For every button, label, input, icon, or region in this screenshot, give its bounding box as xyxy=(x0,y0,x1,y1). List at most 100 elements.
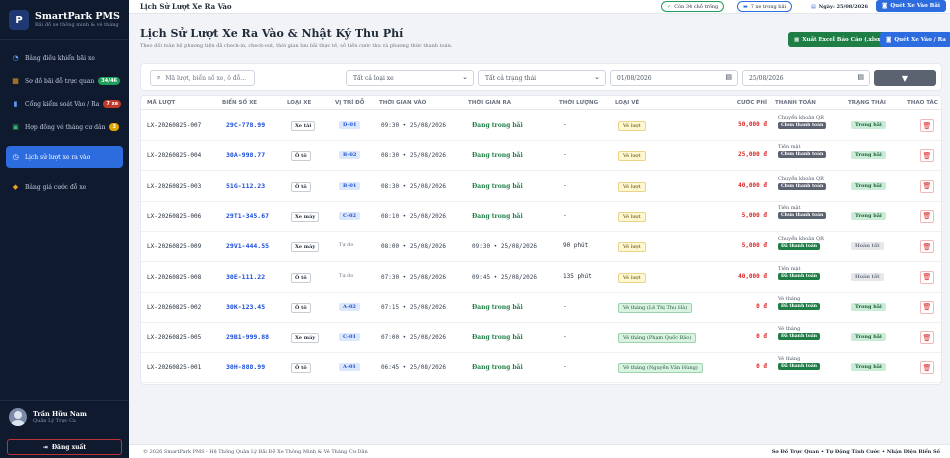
in-lot-label: 7 xe trong bãi xyxy=(750,3,787,10)
session-id: LX-20260825-003 xyxy=(147,182,202,190)
sidebar-item-0[interactable]: ◔ Bảng điều khiển bãi xe xyxy=(6,47,123,69)
chevron-down-icon: ⌄ xyxy=(594,73,600,81)
status-badge: Trong bãi xyxy=(851,333,886,342)
vehicle-type-badge: Ô tô xyxy=(291,363,311,374)
plate-number: 30K-123.45 xyxy=(226,302,266,311)
delete-button[interactable]: 🗑 xyxy=(920,119,934,132)
trash-icon: 🗑 xyxy=(922,151,932,160)
fee-amount: 25,000 đ xyxy=(738,151,767,159)
parking-spot: B-01 xyxy=(339,181,361,190)
duration: - xyxy=(563,151,567,159)
ticket-type-badge: Vé lượt xyxy=(618,272,646,283)
delete-button[interactable]: 🗑 xyxy=(920,300,934,314)
sidebar-nav: ◔ Bảng điều khiển bãi xe ▦ Sơ đồ bãi đỗ trự… xyxy=(0,40,129,198)
duration: - xyxy=(563,181,567,189)
plate-number: 51G-112.23 xyxy=(226,181,266,190)
history-icon: ◷ xyxy=(12,152,19,161)
excel-icon: ▦ xyxy=(794,36,800,43)
sidebar-item-4[interactable]: ◷ Lịch sử lượt xe ra vào xyxy=(6,146,123,168)
sidebar-item-label: Cổng kiểm soát Vào / Ra xyxy=(25,100,100,108)
sidebar-item-5[interactable]: ◆ Bảng giá cước đỗ xe xyxy=(6,176,123,198)
vehicle-type-badge: Xe máy xyxy=(291,211,320,222)
sidebar: P SmartPark PMS Bãi đỗ xe thông minh & v… xyxy=(0,0,129,458)
payment-status-badge: Chưa thanh toán xyxy=(778,151,827,159)
map-icon: ▦ xyxy=(12,76,19,85)
table-row: LX-20260825-006 29T1-345.67 Xe máy C-02 08:1… xyxy=(141,202,941,232)
session-id: LX-20260825-008 xyxy=(147,273,202,281)
status-badge: Trong bãi xyxy=(851,302,886,311)
table-row: LX-20260825-008 30E-111.22 Ô tô Tự do 07:30 … xyxy=(141,263,941,293)
column-header: TRẠNG THÁI xyxy=(848,100,886,106)
sidebar-item-3[interactable]: ▣ Hợp đồng vé tháng cư dân 3 xyxy=(6,116,123,138)
session-id: LX-20260825-007 xyxy=(147,122,202,129)
sidebar-item-label: Sơ đồ bãi đỗ trực quan xyxy=(25,77,95,85)
free-slots-pill: ✓ Còn 34 chỗ trống xyxy=(661,1,725,12)
payment-status-badge: Chưa thanh toán xyxy=(778,211,827,219)
exit-time: Đang trong bãi xyxy=(472,364,523,372)
status-select[interactable]: Tất cả trạng thái ⌄ xyxy=(478,70,606,86)
date-to-input[interactable]: 25/08/2026 ▤ xyxy=(742,70,870,86)
plate-number: 29T1-345.67 xyxy=(226,211,270,220)
scan-in-out-label: Quét Xe Vào / Ra xyxy=(894,36,946,43)
table-row: LX-20260825-007 29C-778.99 Xe tải D-01 09:30… xyxy=(141,111,941,141)
session-id: LX-20260825-002 xyxy=(147,303,202,311)
sidebar-item-label: Hợp đồng vé tháng cư dân xyxy=(25,123,106,131)
date-label: Ngày: 25/08/2026 xyxy=(818,3,869,10)
ticket-type-badge: Vé lượt xyxy=(618,211,646,222)
column-header: LOẠI VÉ xyxy=(615,100,640,106)
column-header: BIỂN SỐ XE xyxy=(222,100,258,106)
table-header: MÃ LƯỢT BIỂN SỐ XE LOẠI XE VỊ TRÍ ĐỖ THỜI GI… xyxy=(141,96,941,110)
ticket-type-badge: Vé lượt xyxy=(618,181,646,192)
exit-time: Đang trong bãi xyxy=(472,334,523,342)
trash-icon: 🗑 xyxy=(922,363,932,372)
vehicle-type-badge: Xe máy xyxy=(291,333,320,344)
payment-status-badge: Đã thanh toán xyxy=(778,363,821,371)
payment-info: Chuyển khoản QR Chưa thanh toán xyxy=(778,176,827,190)
duration: - xyxy=(563,211,567,219)
payment-status-badge: Đã thanh toán xyxy=(778,243,821,251)
session-id: LX-20260825-009 xyxy=(147,243,202,251)
sidebar-item-2[interactable]: ▮ Cổng kiểm soát Vào / Ra 7 xe xyxy=(6,93,123,115)
entry-time: 08:00 • 25/08/2026 xyxy=(381,243,447,251)
payment-info: Tiền mặt Chưa thanh toán xyxy=(778,144,827,159)
sidebar-item-1[interactable]: ▦ Sơ đồ bãi đỗ trực quan 34/46 xyxy=(6,70,123,92)
vehicle-type-select[interactable]: Tất cả loại xe ⌄ xyxy=(346,70,474,86)
payment-method: Tiền mặt xyxy=(778,204,801,211)
trash-icon: 🗑 xyxy=(922,242,932,251)
camera-icon: ◙ xyxy=(882,3,888,9)
delete-button[interactable]: 🗑 xyxy=(920,209,934,223)
delete-button[interactable]: 🗑 xyxy=(920,361,934,375)
delete-button[interactable]: 🗑 xyxy=(920,270,934,284)
delete-button[interactable]: 🗑 xyxy=(920,331,934,345)
sidebar-item-badge: 3 xyxy=(109,123,119,131)
fee-amount: 50,000 đ xyxy=(738,121,767,128)
camera-icon: ◙ xyxy=(886,36,892,43)
filter-button[interactable]: ▼ xyxy=(874,70,936,86)
trash-icon: 🗑 xyxy=(922,303,932,312)
vehicle-type-badge: Xe tải xyxy=(291,121,316,131)
table-row: LX-20260825-009 29V1-444.55 Xe máy Tự do 08:… xyxy=(141,232,941,263)
delete-button[interactable]: 🗑 xyxy=(920,149,934,163)
export-excel-button[interactable]: ▦ Xuất Excel Báo Cáo (.xlsx) xyxy=(788,32,889,47)
footer-features: Sơ Đồ Trực Quan • Tự Động Tính Cước • Nh… xyxy=(771,449,940,455)
date-from-input[interactable]: 01/08/2026 ▤ xyxy=(610,70,738,86)
ticket-type-badge: Vé tháng (Nguyễn Văn Hùng) xyxy=(618,363,703,374)
search-input[interactable]: ⌕ Mã lượt, biển số xe, ô đỗ... xyxy=(150,70,255,86)
ticket-type-badge: Vé lượt xyxy=(618,151,646,162)
scan-in-out-button[interactable]: ◙ Quét Xe Vào / Ra xyxy=(880,32,950,47)
table-row: LX-20260825-005 29B1-999.88 Xe máy C-01 07:0… xyxy=(141,323,941,354)
plate-number: 30A-998.77 xyxy=(226,151,266,160)
logout-button[interactable]: ⇥ Đăng xuất xyxy=(7,439,122,455)
delete-button[interactable]: 🗑 xyxy=(920,240,934,254)
quick-scan-button[interactable]: ◙ Quét Xe Vào Bãi xyxy=(876,0,946,12)
trash-icon: 🗑 xyxy=(922,333,932,342)
fee-amount: 5,000 đ xyxy=(741,211,767,219)
date-pill: ▤ Ngày: 25/08/2026 xyxy=(806,1,874,12)
table-row: LX-20260825-002 30K-123.45 Ô tô A-02 07:15 •… xyxy=(141,293,941,323)
status-badge: Trong bãi xyxy=(851,211,886,220)
duration: 90 phút xyxy=(563,242,589,250)
payment-status-badge: Đã thanh toán xyxy=(778,272,821,280)
column-header: LOẠI XE xyxy=(287,100,312,106)
sidebar-item-badge: 34/46 xyxy=(98,77,121,85)
delete-button[interactable]: 🗑 xyxy=(920,179,934,193)
